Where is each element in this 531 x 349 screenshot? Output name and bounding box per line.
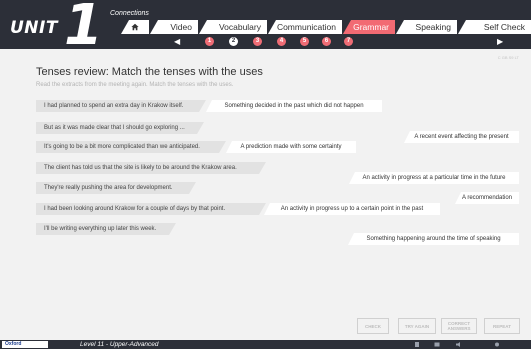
step-7[interactable]: 7 xyxy=(344,37,353,46)
check-button[interactable]: CHECK xyxy=(357,318,389,334)
use-item-7[interactable]: Something happening around the time of s… xyxy=(348,233,519,245)
tab-grammar[interactable]: Grammar xyxy=(343,20,395,34)
use-item-3[interactable]: A prediction made with some certainty xyxy=(226,141,356,153)
sentence-item-4[interactable]: The client has told us that the site is … xyxy=(36,162,266,174)
tab-vocabulary[interactable]: Vocabulary xyxy=(199,20,267,34)
instruction-text: Read the extracts from the meeting again… xyxy=(36,82,234,88)
tab-home[interactable] xyxy=(121,20,149,34)
tab-speaking[interactable]: Speaking xyxy=(396,20,457,34)
use-item-2[interactable]: A recent event affecting the present xyxy=(404,131,519,143)
book-icon[interactable] xyxy=(434,342,440,347)
correct-answers-button[interactable]: CORRECT ANSWERS xyxy=(441,318,477,334)
step-6[interactable]: 6 xyxy=(322,37,331,46)
tab-video[interactable]: Video xyxy=(150,20,198,34)
prev-arrow-icon[interactable]: ◀ xyxy=(174,37,180,46)
use-item-4[interactable]: An activity in progress at a particular … xyxy=(349,172,519,184)
try-again-button[interactable]: TRY AGAIN xyxy=(398,318,436,334)
unit-label: UNIT xyxy=(10,18,58,38)
tab-self-check[interactable]: Self Check xyxy=(458,20,531,34)
use-item-1[interactable]: Something decided in the past which did … xyxy=(206,100,382,112)
step-4[interactable]: 4 xyxy=(277,37,286,46)
home-icon xyxy=(131,23,139,31)
volume-icon[interactable] xyxy=(456,342,462,347)
step-navigation: ◀ 1 2 3 4 5 6 7 ▶ xyxy=(0,36,531,47)
exercise-panel: C GB S9 LT Tenses review: Match the tens… xyxy=(0,49,531,340)
step-3[interactable]: 3 xyxy=(253,37,262,46)
screen-code: C GB S9 LT xyxy=(497,55,519,60)
page-title: Tenses review: Match the tenses with the… xyxy=(36,66,263,78)
section-title: Connections xyxy=(110,10,149,17)
sentence-item-5[interactable]: They're really pushing the area for deve… xyxy=(36,182,196,194)
sentence-item-3[interactable]: It's going to be a bit more complicated … xyxy=(36,141,226,153)
use-item-5[interactable]: A recommendation xyxy=(455,192,519,204)
sentence-item-1[interactable]: I had planned to spend an extra day in K… xyxy=(36,100,206,112)
step-2[interactable]: 2 xyxy=(229,37,238,46)
settings-icon[interactable] xyxy=(494,342,500,347)
level-label: Level 11 - Upper-Advanced xyxy=(80,341,159,348)
step-1[interactable]: 1 xyxy=(205,37,214,46)
sentence-item-2[interactable]: But as it was made clear that I should g… xyxy=(36,122,204,134)
repeat-button[interactable]: REPEAT xyxy=(484,318,520,334)
step-5[interactable]: 5 xyxy=(300,37,309,46)
tab-communication[interactable]: Communication xyxy=(268,20,342,34)
next-arrow-icon[interactable]: ▶ xyxy=(497,37,503,46)
top-header: UNIT 1 Connections Video Vocabulary Comm… xyxy=(0,0,531,49)
sentence-item-7[interactable]: I'll be writing everything up later this… xyxy=(36,223,176,235)
oxford-logo: Oxford xyxy=(2,341,48,348)
bottom-footer: Oxford Level 11 - Upper-Advanced xyxy=(0,340,531,349)
document-icon[interactable] xyxy=(414,342,420,347)
use-item-6[interactable]: An activity in progress up to a certain … xyxy=(264,203,440,215)
sentence-item-6[interactable]: I had been looking around Krakow for a c… xyxy=(36,203,266,215)
